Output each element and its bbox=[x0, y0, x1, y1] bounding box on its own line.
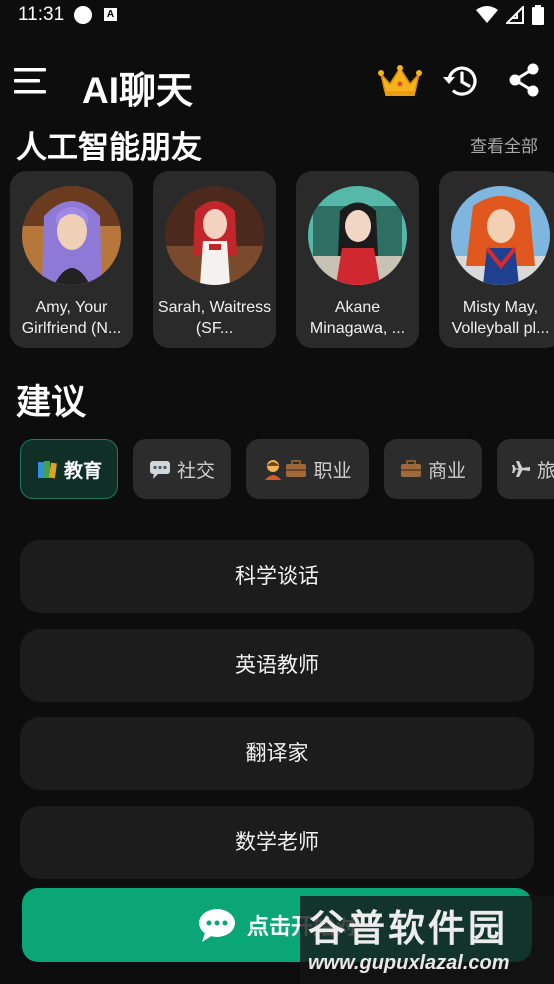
watermark: 谷普软件园 www.gupuxlazal.com bbox=[300, 896, 554, 984]
topic-item[interactable]: 翻译家 bbox=[20, 717, 534, 790]
character-avatar bbox=[165, 186, 264, 285]
notification-dot-icon bbox=[74, 6, 92, 24]
character-name: Sarah, Waitress (SF... bbox=[157, 299, 272, 337]
briefcase-icon bbox=[400, 458, 422, 480]
character-name: Amy, Your Girlfriend (N... bbox=[21, 299, 122, 337]
wifi-icon bbox=[476, 6, 498, 23]
character-avatar bbox=[22, 186, 121, 285]
character-avatar bbox=[308, 186, 407, 285]
chip-social[interactable]: 社交 bbox=[133, 439, 231, 499]
share-icon[interactable] bbox=[506, 62, 542, 98]
chip-career[interactable]: 职业 bbox=[246, 439, 369, 499]
topic-item[interactable]: 数学老师 bbox=[20, 806, 534, 879]
chat-bubble-icon bbox=[198, 909, 235, 942]
character-card[interactable]: Sarah, Waitress (SF... bbox=[153, 171, 276, 348]
speech-bubble-icon bbox=[149, 458, 171, 480]
app-title: AI聊天 bbox=[82, 70, 193, 111]
chip-label: 职业 bbox=[313, 459, 352, 482]
character-card[interactable]: Akane Minagawa, ... bbox=[296, 171, 419, 348]
suggestions-title: 建议 bbox=[16, 383, 87, 423]
signal-icon bbox=[506, 6, 524, 24]
battery-icon bbox=[532, 5, 544, 25]
chip-education[interactable]: 教育 bbox=[20, 439, 118, 499]
character-carousel[interactable]: Amy, Your Girlfriend (N... Sarah, Waitre… bbox=[10, 171, 554, 349]
character-name: Misty May, Volleyball pl... bbox=[451, 299, 550, 337]
watermark-url: www.gupuxlazal.com bbox=[308, 952, 510, 974]
crown-icon[interactable] bbox=[378, 64, 422, 98]
topic-item[interactable]: 科学谈话 bbox=[20, 540, 534, 613]
chip-label: 社交 bbox=[176, 459, 215, 482]
character-card[interactable]: Amy, Your Girlfriend (N... bbox=[10, 171, 133, 348]
status-time: 11:31 bbox=[18, 4, 65, 25]
friends-section-title: 人工智能朋友 bbox=[16, 130, 202, 166]
chip-label: 旅 bbox=[537, 459, 554, 482]
topic-item[interactable]: 英语教师 bbox=[20, 629, 534, 702]
app-screen: 11:31 A AI聊天 人工智能朋友 查看全部 Amy, Your Girlf… bbox=[0, 0, 554, 984]
notification-a-icon: A bbox=[104, 8, 117, 21]
chip-label: 商业 bbox=[427, 459, 466, 482]
person-briefcase-icon bbox=[263, 458, 307, 480]
books-icon bbox=[36, 458, 58, 480]
status-icons bbox=[476, 5, 544, 25]
view-all-link[interactable]: 查看全部 bbox=[470, 132, 538, 157]
status-bar: 11:31 A bbox=[0, 0, 554, 30]
menu-icon[interactable] bbox=[14, 66, 48, 96]
category-chips[interactable]: 教育 社交 职业 商业 旅 bbox=[20, 439, 554, 501]
chip-business[interactable]: 商业 bbox=[384, 439, 482, 499]
character-card[interactable]: Misty May, Volleyball pl... bbox=[439, 171, 554, 348]
character-name: Akane Minagawa, ... bbox=[309, 299, 406, 337]
chip-label: 教育 bbox=[63, 459, 102, 482]
chip-travel[interactable]: 旅 bbox=[497, 439, 554, 499]
airplane-icon bbox=[511, 459, 531, 479]
watermark-title: 谷普软件园 bbox=[308, 906, 508, 950]
character-avatar bbox=[451, 186, 550, 285]
history-icon[interactable] bbox=[442, 62, 480, 100]
